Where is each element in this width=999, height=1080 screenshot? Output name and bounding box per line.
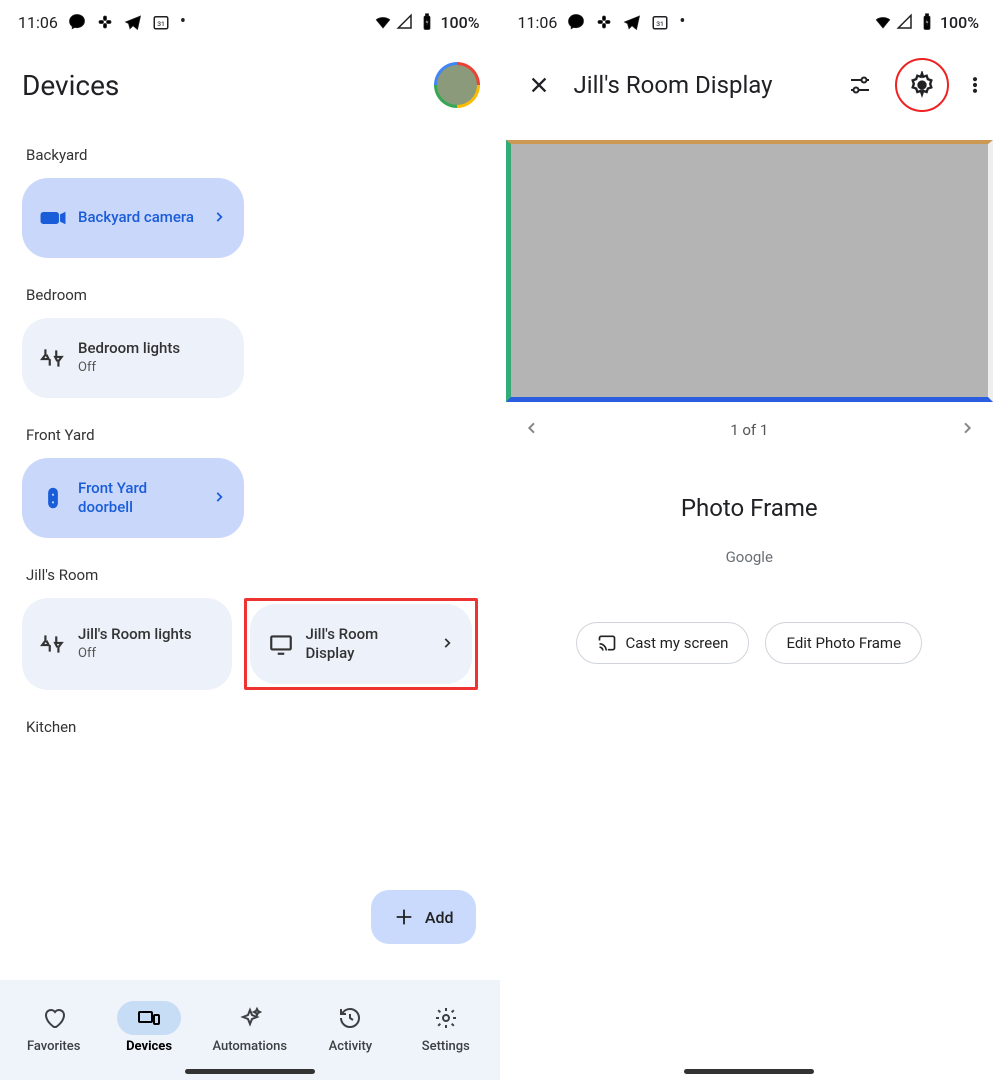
cast-icon <box>597 633 617 653</box>
lights-icon <box>40 345 66 371</box>
device-info: Photo Frame Google <box>500 494 999 566</box>
devices-screen: 11:06 31 • 100% Devices Backyard <box>0 0 500 1080</box>
edit-photo-frame-button[interactable]: Edit Photo Frame <box>765 622 922 664</box>
svg-text:31: 31 <box>657 20 665 28</box>
calendar-icon: 31 <box>152 13 170 31</box>
fab-label: Add <box>425 908 454 927</box>
device-list[interactable]: Backyard Backyard camera Bedroom Bedroom… <box>0 118 500 998</box>
display-icon <box>268 631 294 657</box>
header: Devices <box>0 38 500 118</box>
tile-title: Bedroom lights <box>78 339 226 359</box>
plus-icon <box>393 906 415 928</box>
signal-icon <box>896 13 914 31</box>
device-detail-screen: 11:06 31 • 100% Jill's Room Display <box>500 0 999 1080</box>
telegram-icon <box>623 13 641 31</box>
nav-automations[interactable]: Automations <box>212 1001 287 1054</box>
lights-icon <box>40 631 66 657</box>
highlight-annotation <box>895 58 949 112</box>
page-title: Devices <box>22 69 119 102</box>
status-bar: 11:06 31 • 100% <box>500 0 999 38</box>
sparkle-icon <box>238 1006 262 1030</box>
slack-icon <box>96 13 114 31</box>
nav-settings[interactable]: Settings <box>414 1001 478 1054</box>
more-notifications-dot: • <box>180 13 186 31</box>
heart-icon <box>42 1006 66 1030</box>
nav-activity[interactable]: Activity <box>318 1001 382 1054</box>
slack-icon <box>595 13 613 31</box>
gear-icon <box>434 1006 458 1030</box>
room-label-backyard: Backyard <box>26 146 478 164</box>
nav-favorites[interactable]: Favorites <box>22 1001 86 1054</box>
tile-state: Off <box>78 646 214 663</box>
device-jills-room-display[interactable]: Jill's Room Display <box>250 604 472 684</box>
chevron-right-icon <box>959 420 975 436</box>
chevron-right-icon <box>440 635 454 654</box>
wifi-icon <box>374 13 392 31</box>
tile-title: Jill's Room lights <box>78 625 214 645</box>
action-row: Cast my screen Edit Photo Frame <box>500 622 999 664</box>
status-bar: 11:06 31 • 100% <box>0 0 500 38</box>
room-label-jillsroom: Jill's Room <box>26 566 478 584</box>
device-jills-room-lights[interactable]: Jill's Room lightsOff <box>22 598 232 690</box>
chevron-right-icon <box>212 209 226 228</box>
device-brand: Google <box>500 548 999 566</box>
battery-percent: 100% <box>940 13 979 32</box>
home-indicator[interactable] <box>684 1069 814 1074</box>
account-avatar[interactable] <box>434 62 480 108</box>
telegram-icon <box>124 13 142 31</box>
close-button[interactable] <box>518 64 560 106</box>
sliders-icon <box>848 73 872 97</box>
tile-state: Off <box>78 360 226 377</box>
history-icon <box>338 1006 362 1030</box>
messenger-icon <box>68 13 86 31</box>
clock: 11:06 <box>518 13 558 32</box>
pager-next[interactable] <box>959 420 975 440</box>
detail-title: Jill's Room Display <box>574 71 826 99</box>
add-button[interactable]: Add <box>371 890 476 944</box>
camera-icon <box>40 205 66 231</box>
home-indicator[interactable] <box>185 1069 315 1074</box>
close-icon <box>528 74 550 96</box>
pager-prev[interactable] <box>524 420 540 440</box>
detail-header: Jill's Room Display <box>500 38 999 124</box>
room-label-frontyard: Front Yard <box>26 426 478 444</box>
equalizer-button[interactable] <box>839 64 881 106</box>
cast-screen-button[interactable]: Cast my screen <box>576 622 749 664</box>
battery-percent: 100% <box>440 13 479 32</box>
device-front-yard-doorbell[interactable]: Front Yard doorbell <box>22 458 244 538</box>
more-notifications-dot: • <box>679 13 685 31</box>
doorbell-icon <box>40 485 66 511</box>
room-label-kitchen: Kitchen <box>26 718 478 736</box>
overflow-menu-button[interactable] <box>963 64 987 106</box>
signal-icon <box>396 13 414 31</box>
wifi-icon <box>874 13 892 31</box>
calendar-icon: 31 <box>651 13 669 31</box>
battery-icon <box>418 13 436 31</box>
messenger-icon <box>567 13 585 31</box>
more-vert-icon <box>965 75 985 95</box>
camera-preview[interactable] <box>506 140 994 402</box>
clock: 11:06 <box>18 13 58 32</box>
room-label-bedroom: Bedroom <box>26 286 478 304</box>
highlight-annotation: Jill's Room Display <box>244 598 478 690</box>
settings-button[interactable] <box>901 64 943 106</box>
chevron-left-icon <box>524 420 540 436</box>
nav-devices[interactable]: Devices <box>117 1001 181 1054</box>
device-name: Photo Frame <box>500 494 999 522</box>
gear-icon <box>908 71 936 99</box>
bottom-nav: Favorites Devices Automations Activity S… <box>0 980 500 1080</box>
battery-icon <box>918 13 936 31</box>
device-backyard-camera[interactable]: Backyard camera <box>22 178 244 258</box>
svg-text:31: 31 <box>157 20 165 28</box>
devices-icon <box>137 1006 161 1030</box>
pager-label: 1 of 1 <box>730 421 768 439</box>
pager: 1 of 1 <box>500 402 999 458</box>
device-bedroom-lights[interactable]: Bedroom lightsOff <box>22 318 244 398</box>
chevron-right-icon <box>212 489 226 508</box>
